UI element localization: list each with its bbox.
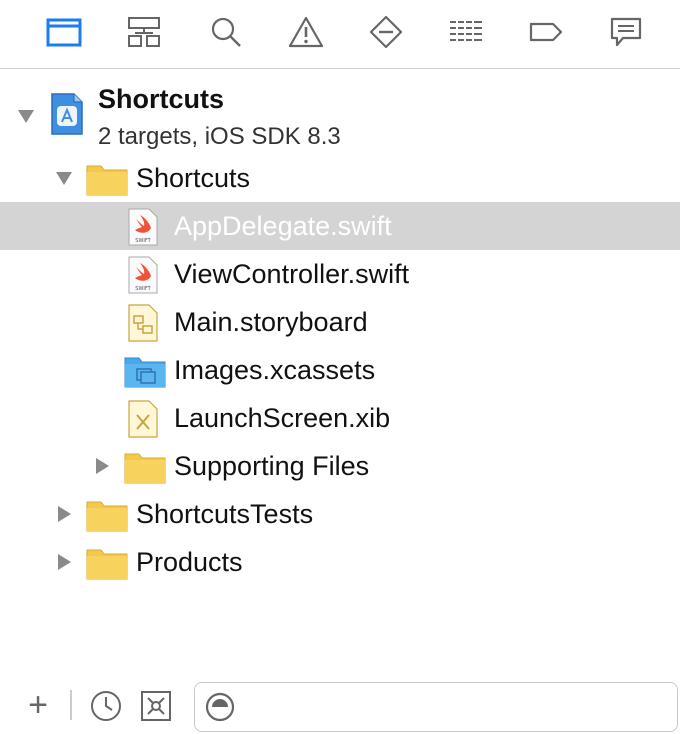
add-button[interactable]: +	[22, 688, 54, 722]
disclosure-closed-icon[interactable]	[54, 504, 74, 524]
hierarchy-icon[interactable]	[124, 12, 164, 52]
disclosure-closed-icon[interactable]	[54, 552, 74, 572]
test-diamond-icon[interactable]	[366, 12, 406, 52]
file-row-viewcontroller[interactable]: SWIFT ViewController.swift	[0, 250, 680, 298]
xcode-project-icon	[50, 92, 84, 141]
group-row-products[interactable]: Products	[0, 538, 680, 586]
folder-icon	[124, 450, 166, 489]
storyboard-file-icon	[128, 304, 158, 347]
group-row-shortcuts[interactable]: Shortcuts	[0, 154, 680, 202]
project-row[interactable]: Shortcuts 2 targets, iOS SDK 8.3	[0, 76, 680, 152]
breakpoint-tag-icon[interactable]	[526, 12, 566, 52]
asset-catalog-icon	[124, 354, 166, 393]
folder-icon	[86, 162, 128, 201]
group-label: Shortcuts	[136, 163, 251, 193]
file-label: ViewController.swift	[174, 259, 410, 289]
svg-text:SWIFT: SWIFT	[135, 286, 151, 292]
warning-icon[interactable]	[286, 12, 326, 52]
source-control-filter-icon[interactable]	[138, 688, 174, 724]
file-label: AppDelegate.swift	[174, 211, 392, 241]
folder-icon	[86, 498, 128, 537]
group-label: Supporting Files	[174, 451, 370, 481]
folder-icon	[86, 546, 128, 585]
file-tree: Shortcuts 2 targets, iOS SDK 8.3 Shortcu…	[0, 70, 680, 670]
project-name: Shortcuts	[98, 84, 225, 114]
file-label: Images.xcassets	[174, 355, 376, 385]
folder-icon[interactable]	[44, 12, 84, 52]
file-label: LaunchScreen.xib	[174, 403, 391, 433]
navigator-selector-bar	[0, 0, 680, 69]
disclosure-closed-icon[interactable]	[92, 456, 112, 476]
swift-file-icon: SWIFT	[128, 208, 158, 251]
file-row-images-xcassets[interactable]: Images.xcassets	[0, 346, 680, 394]
file-label: Main.storyboard	[174, 307, 368, 337]
file-row-launchscreen-xib[interactable]: LaunchScreen.xib	[0, 394, 680, 442]
group-row-shortcutstests[interactable]: ShortcutsTests	[0, 490, 680, 538]
disclosure-open-icon[interactable]	[16, 106, 36, 126]
filter-bar: +	[0, 676, 680, 734]
group-row-supporting-files[interactable]: Supporting Files	[0, 442, 680, 490]
report-bubble-icon[interactable]	[606, 12, 646, 52]
group-label: Products	[136, 547, 243, 577]
filter-input[interactable]	[194, 682, 678, 732]
search-icon[interactable]	[206, 12, 246, 52]
disclosure-open-icon[interactable]	[54, 168, 74, 188]
project-navigator: Shortcuts 2 targets, iOS SDK 8.3 Shortcu…	[0, 0, 680, 734]
xib-file-icon	[128, 400, 158, 443]
debug-list-icon[interactable]	[446, 12, 486, 52]
swift-file-icon: SWIFT	[128, 256, 158, 299]
recent-files-clock-icon[interactable]	[88, 688, 124, 724]
group-label: ShortcutsTests	[136, 499, 314, 529]
svg-text:SWIFT: SWIFT	[135, 238, 151, 244]
file-row-main-storyboard[interactable]: Main.storyboard	[0, 298, 680, 346]
filter-scope-icon[interactable]	[203, 690, 237, 724]
file-row-appdelegate[interactable]: SWIFT AppDelegate.swift	[0, 202, 680, 250]
project-subtitle: 2 targets, iOS SDK 8.3	[98, 123, 341, 150]
divider	[70, 690, 72, 720]
